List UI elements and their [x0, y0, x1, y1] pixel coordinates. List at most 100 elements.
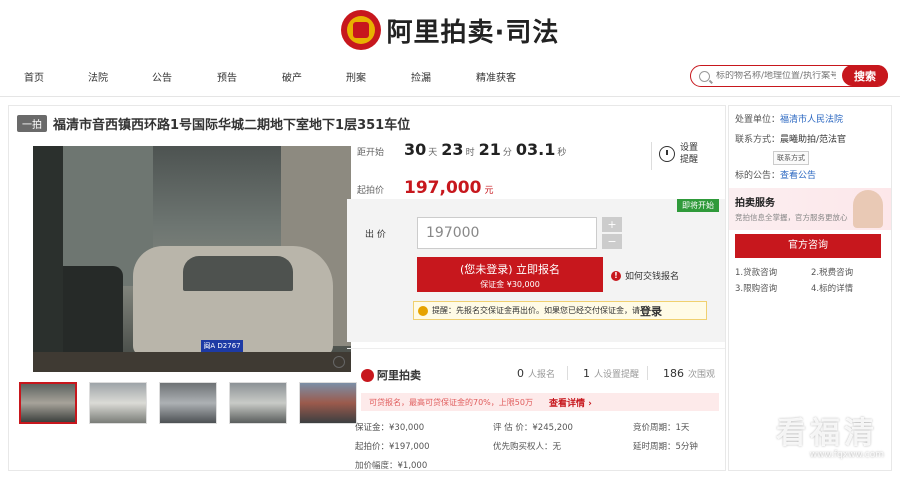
- logo-text: 阿里拍卖·司法: [386, 17, 560, 48]
- nav-item-home[interactable]: 首页: [24, 69, 44, 84]
- applicants-count: 0 人报名: [517, 367, 555, 380]
- nav-item-bargain[interactable]: 捡漏: [411, 69, 431, 84]
- contact-value: 晨曦助拍/范法官: [780, 135, 847, 145]
- countdown-days: 30: [404, 140, 427, 159]
- login-link[interactable]: 登录: [640, 303, 662, 319]
- info-appraisal: 评 估 价：¥245,200: [493, 423, 573, 433]
- divider: [651, 142, 652, 170]
- loan-details-link[interactable]: 查看详情 ›: [549, 396, 592, 409]
- register-deposit: 保证金 ¥30,000: [480, 280, 540, 289]
- reminders-number: 1: [583, 367, 590, 380]
- applicants-number: 0: [517, 367, 524, 380]
- loan-consult-link[interactable]: 1.贷款咨询: [735, 266, 777, 278]
- info-row: 加价幅度：¥1,000: [347, 459, 725, 478]
- register-button-label: (您未登录) 立即报名: [459, 263, 561, 276]
- main-photo[interactable]: 闽A D2767: [33, 146, 351, 372]
- info-bid-period: 竞价周期：1天: [633, 423, 690, 433]
- zoom-icon[interactable]: [333, 356, 345, 368]
- countdown-label: 距开始: [357, 148, 385, 158]
- court-emblem-icon: [340, 10, 381, 50]
- nav-item-preview[interactable]: 预告: [217, 69, 237, 84]
- bid-amount-input[interactable]: [417, 217, 597, 249]
- ali-auction-logo-text: 阿里拍卖: [377, 369, 421, 382]
- info-increment: 加价幅度：¥1,000: [355, 461, 428, 471]
- applicants-label: 人报名: [528, 370, 556, 380]
- notice-label: 标的公告：: [735, 171, 781, 181]
- ali-auction-logo: 阿里拍卖: [361, 367, 421, 383]
- thumbnail-strip: [19, 382, 369, 424]
- tip-text: 提醒：先报名交保证金再出价。如果您已经交付保证金，请: [432, 306, 640, 315]
- nav-item-notice[interactable]: 公告: [152, 69, 172, 84]
- set-reminder-label: 设置提醒: [680, 143, 699, 165]
- item-title: 福清市音西镇西环路1号国际华城二期地下室地下1层351车位: [53, 118, 411, 133]
- info-grid: 保证金：¥30,000 评 估 价：¥245,200 竞价周期：1天 起拍价：¥…: [347, 421, 725, 478]
- search-input[interactable]: [716, 71, 836, 81]
- alarm-clock-icon: [659, 146, 675, 162]
- info-deposit: 保证金：¥30,000: [355, 423, 425, 433]
- register-button[interactable]: (您未登录) 立即报名 保证金 ¥30,000: [417, 257, 603, 292]
- alert-icon: !: [611, 270, 621, 281]
- lightbulb-icon: [418, 305, 428, 316]
- search-button[interactable]: 搜索: [842, 65, 888, 86]
- item-details-link[interactable]: 4.标的详情: [811, 282, 853, 294]
- how-to-pay-link[interactable]: ! 如何交钱报名: [611, 269, 679, 282]
- ali-auction-icon: [361, 368, 374, 382]
- countdown: 距开始 30 天 23 时 21 分 03.1 秒: [357, 140, 570, 159]
- nav-divider: [0, 96, 900, 97]
- info-priority: 优先购买权人：无: [493, 442, 562, 452]
- countdown-seconds-unit: 秒: [557, 148, 567, 158]
- photo-windshield: [183, 256, 293, 291]
- service-agent-avatar: [853, 190, 883, 228]
- watermark-url: www.fqxww.com: [809, 450, 884, 460]
- disposal-unit: 处置单位：福清市人民法院: [735, 112, 843, 125]
- info-delay-period: 延时周期：5分钟: [633, 442, 698, 452]
- contact-label: 联系方式：: [735, 135, 781, 145]
- bid-decrease-button[interactable]: −: [602, 234, 622, 249]
- countdown-minutes: 21: [478, 140, 501, 159]
- countdown-seconds: 03.1: [515, 140, 556, 159]
- stats-box: 阿里拍卖 0 人报名 1 人设置提醒 186 次围观 可贷报名，最高可贷保证金的70%…: [347, 348, 725, 478]
- info-row: 保证金：¥30,000 评 估 价：¥245,200 竞价周期：1天: [347, 421, 725, 440]
- logo[interactable]: 阿里拍卖·司法: [0, 6, 900, 54]
- info-start-price: 起拍价：¥197,000: [355, 442, 430, 452]
- thumbnail[interactable]: [19, 382, 77, 424]
- search-icon: [699, 70, 710, 82]
- thumbnail[interactable]: [229, 382, 287, 424]
- disposal-unit-link[interactable]: 福清市人民法院: [780, 115, 843, 125]
- service-banner: 拍卖服务 竞拍信息全掌握，官方服务更放心: [729, 188, 891, 230]
- views-count: 186 次围观: [663, 367, 715, 380]
- purchase-limit-link[interactable]: 3.限购咨询: [735, 282, 777, 294]
- nav-item-criminal[interactable]: 刑案: [346, 69, 366, 84]
- title-row: 一拍 福清市音西镇西环路1号国际华城二期地下室地下1层351车位: [17, 114, 410, 133]
- countdown-hours-unit: 时: [465, 148, 475, 158]
- thumbnail[interactable]: [159, 382, 217, 424]
- countdown-days-unit: 天: [428, 148, 438, 158]
- bid-increase-button[interactable]: +: [602, 217, 622, 232]
- set-reminder-button[interactable]: 设置提醒: [659, 138, 723, 170]
- main-nav: 首页 法院 公告 预告 破产 刑案 捡漏 精准获客 搜索: [0, 64, 900, 88]
- reminders-count: 1 人设置提醒: [583, 367, 639, 380]
- nav-item-bankruptcy[interactable]: 破产: [282, 69, 302, 84]
- nav-item-court[interactable]: 法院: [88, 69, 108, 84]
- bid-label: 出 价: [365, 230, 386, 240]
- contact-info: 联系方式：晨曦助拍/范法官: [735, 132, 846, 145]
- nav-item-precise[interactable]: 精准获客: [476, 69, 516, 84]
- official-consult-button[interactable]: 官方咨询: [735, 234, 881, 258]
- photo-plate: 闽A D2767: [201, 340, 243, 352]
- service-subtitle: 竞拍信息全掌握，官方服务更放心: [735, 213, 848, 222]
- contact-button[interactable]: 联系方式: [773, 151, 809, 165]
- photo-floor: [33, 352, 351, 372]
- how-to-pay-label: 如何交钱报名: [625, 272, 680, 282]
- countdown-minutes-unit: 分: [502, 148, 512, 158]
- search-box: 搜索: [690, 65, 888, 87]
- view-notice-link[interactable]: 查看公告: [780, 171, 816, 181]
- divider: [567, 366, 568, 380]
- status-badge: 即将开始: [677, 199, 719, 212]
- tax-consult-link[interactable]: 2.税费咨询: [811, 266, 853, 278]
- login-tip: 提醒：先报名交保证金再出价。如果您已经交付保证金，请 登录: [413, 301, 707, 320]
- auction-main-panel: 一拍 福清市音西镇西环路1号国际华城二期地下室地下1层351车位 闽A D276…: [8, 105, 726, 471]
- round-tag: 一拍: [17, 115, 47, 132]
- service-title: 拍卖服务: [735, 198, 775, 209]
- notice-row: 标的公告：查看公告: [735, 168, 816, 181]
- thumbnail[interactable]: [89, 382, 147, 424]
